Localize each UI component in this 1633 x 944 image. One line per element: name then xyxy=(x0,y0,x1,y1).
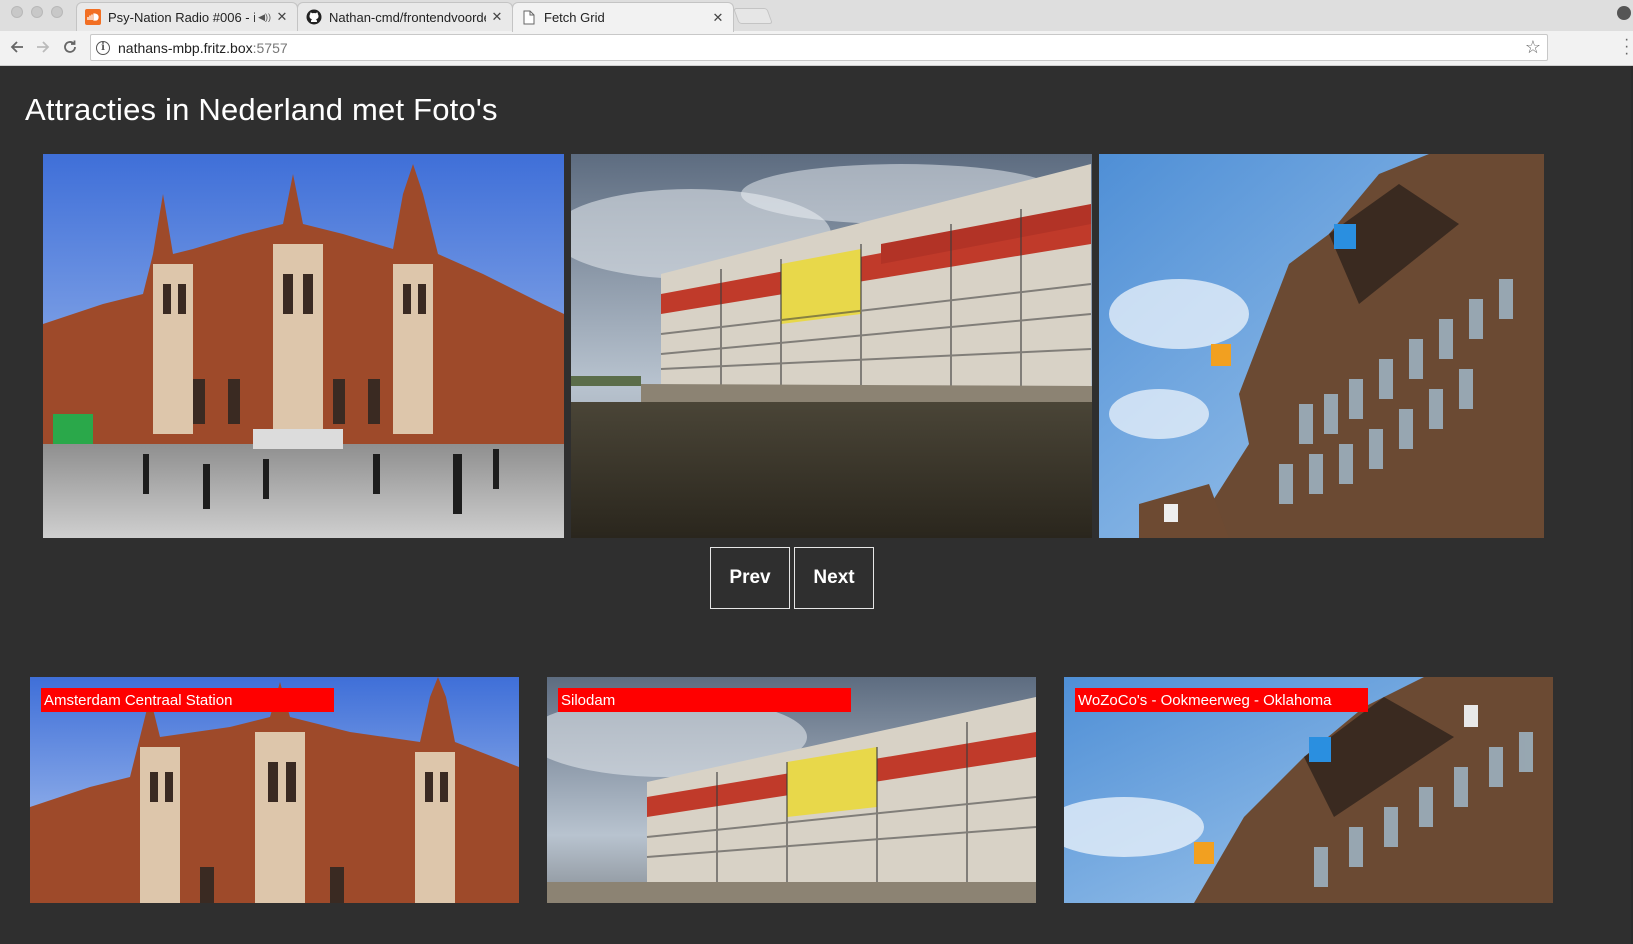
next-button[interactable]: Next xyxy=(794,547,874,609)
minimize-window-button[interactable] xyxy=(31,6,43,18)
wozoco-photo xyxy=(1099,154,1544,538)
speaker-icon[interactable]: ◀)) xyxy=(258,12,271,23)
zoom-window-button[interactable] xyxy=(51,6,63,18)
grid-card[interactable]: WoZoCo's - Ookmeerweg - Oklahoma xyxy=(1064,677,1553,903)
close-tab-icon[interactable]: ✕ xyxy=(711,10,725,26)
prev-button[interactable]: Prev xyxy=(710,547,790,609)
browser-menu-icon[interactable]: · · · xyxy=(1624,32,1632,62)
close-tab-icon[interactable]: ✕ xyxy=(275,9,289,25)
forward-arrow-icon[interactable] xyxy=(32,36,54,58)
info-icon[interactable]: i xyxy=(96,40,110,55)
centraal-station-photo xyxy=(43,154,564,538)
close-tab-icon[interactable]: ✕ xyxy=(490,9,504,25)
slide-centraal-station xyxy=(43,154,564,538)
page-title: Attracties in Nederland met Foto's xyxy=(25,92,498,127)
tab-label: Psy-Nation Radio #006 - inc xyxy=(108,9,256,25)
address-bar[interactable]: i nathans-mbp.fritz.box:5757 ☆ xyxy=(90,34,1548,61)
profile-icon[interactable] xyxy=(1617,6,1631,20)
grid-card[interactable]: Silodam xyxy=(547,677,1036,903)
document-icon xyxy=(521,10,537,26)
browser-chrome: Psy-Nation Radio #006 - inc ◀)) ✕ Nathan… xyxy=(0,0,1633,66)
card-caption: Amsterdam Centraal Station xyxy=(41,688,334,712)
new-tab-button[interactable] xyxy=(733,8,773,24)
tab-fetch-grid[interactable]: Fetch Grid ✕ xyxy=(512,2,734,32)
bookmark-star-icon[interactable]: ☆ xyxy=(1525,37,1541,58)
silodam-photo xyxy=(571,154,1092,538)
reload-icon[interactable] xyxy=(59,36,81,58)
slide-silodam xyxy=(571,154,1092,538)
tab-strip: Psy-Nation Radio #006 - inc ◀)) ✕ Nathan… xyxy=(0,0,1633,32)
grid-card[interactable]: Amsterdam Centraal Station xyxy=(30,677,519,903)
card-caption: Silodam xyxy=(558,688,851,712)
card-caption: WoZoCo's - Ookmeerweg - Oklahoma xyxy=(1075,688,1368,712)
page-content: Attracties in Nederland met Foto's Prev … xyxy=(0,66,1633,944)
tab-label: Fetch Grid xyxy=(544,10,605,25)
slide-wozoco xyxy=(1099,154,1544,538)
soundcloud-icon xyxy=(85,9,101,25)
github-icon xyxy=(306,9,322,25)
tab-psy-nation[interactable]: Psy-Nation Radio #006 - inc ◀)) ✕ xyxy=(76,2,298,31)
toolbar: i nathans-mbp.fritz.box:5757 ☆ · · · xyxy=(0,31,1633,65)
window-controls xyxy=(11,6,63,18)
url-host: nathans-mbp.fritz.box xyxy=(118,39,253,56)
tab-github[interactable]: Nathan-cmd/frontendvoordesi ✕ xyxy=(297,2,513,31)
tab-label: Nathan-cmd/frontendvoordesi xyxy=(329,9,486,25)
back-arrow-icon[interactable] xyxy=(6,36,28,58)
close-window-button[interactable] xyxy=(11,6,23,18)
url-port: :5757 xyxy=(252,39,288,56)
